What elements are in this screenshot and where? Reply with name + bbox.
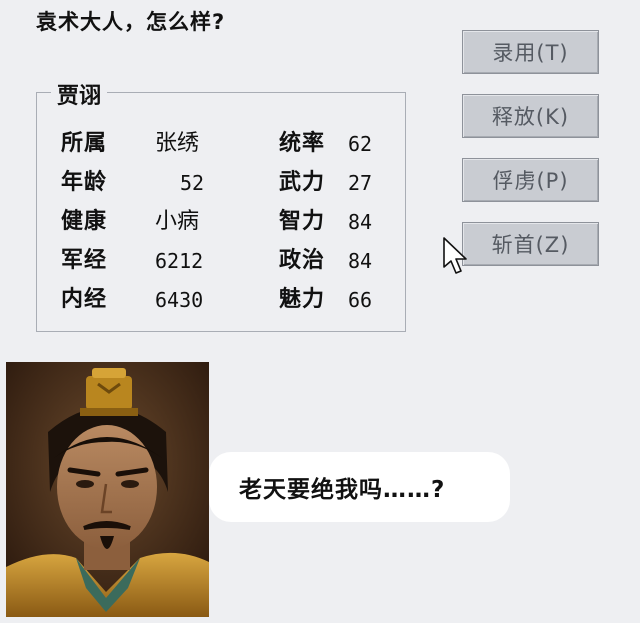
- label-charm: 魅力: [279, 287, 326, 312]
- label-leadership: 统率: [279, 131, 326, 156]
- label-military-exp: 军经: [61, 248, 108, 273]
- dialogue-text: 老天要绝我吗……?: [239, 477, 446, 503]
- value-age: 52: [180, 171, 205, 195]
- label-intelligence: 智力: [279, 209, 326, 234]
- value-military-exp: 6212: [155, 249, 204, 273]
- value-health: 小病: [155, 209, 200, 234]
- officer-name: 贾诩: [51, 78, 108, 110]
- label-politics: 政治: [279, 248, 326, 273]
- recruit-button[interactable]: 录用(T): [462, 30, 599, 74]
- value-war: 27: [348, 171, 373, 195]
- arrow-cursor-icon: [443, 237, 467, 274]
- label-affiliation: 所属: [61, 131, 108, 156]
- label-age: 年龄: [61, 170, 108, 195]
- value-affiliation: 张绣: [155, 131, 200, 156]
- value-domestic-exp: 6430: [155, 288, 204, 312]
- value-leadership: 62: [348, 132, 373, 156]
- label-war: 武力: [279, 170, 326, 195]
- officer-portrait: [6, 362, 209, 617]
- value-politics: 84: [348, 249, 373, 273]
- value-charm: 66: [348, 288, 373, 312]
- capture-button[interactable]: 俘虏(P): [462, 158, 599, 202]
- release-button[interactable]: 释放(K): [462, 94, 599, 138]
- value-intelligence: 84: [348, 210, 373, 234]
- dialogue-bubble: 老天要绝我吗……?: [209, 452, 510, 522]
- label-domestic-exp: 内经: [61, 287, 108, 312]
- execute-button[interactable]: 斩首(Z): [462, 222, 599, 266]
- prompt-text: 袁术大人，怎么样?: [36, 10, 226, 34]
- label-health: 健康: [61, 209, 108, 234]
- officer-info-panel: 贾诩 所属 张绣 统率 62 年龄 52 武力 27 健康 小病 智力 84 军…: [36, 78, 406, 332]
